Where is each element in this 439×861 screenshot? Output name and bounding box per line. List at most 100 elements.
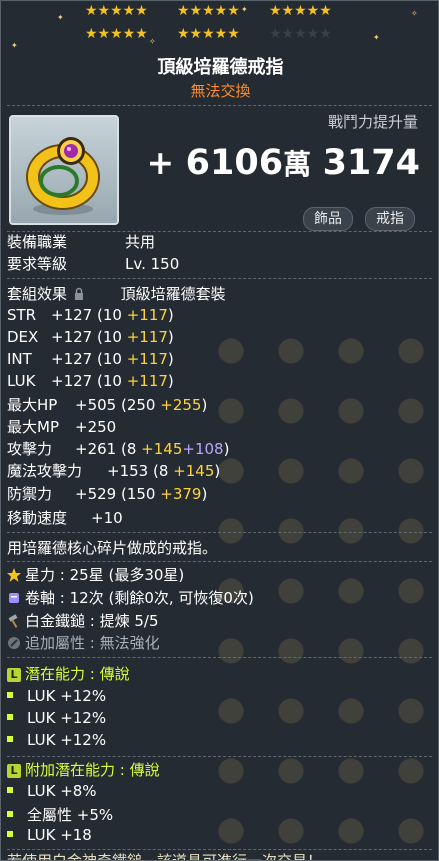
- potential-grade: 傳說: [99, 665, 130, 683]
- bullet-icon: [7, 714, 13, 720]
- bullet-icon: [7, 736, 13, 742]
- divider: [7, 105, 432, 106]
- bullet-icon: [7, 787, 13, 793]
- stat-base: (10: [96, 350, 122, 368]
- stat-base: (8: [120, 440, 137, 458]
- stat-base: (150: [120, 485, 156, 503]
- req-level-label: 要求等級: [7, 255, 68, 273]
- bonus-potential-line-text: LUK +8%: [27, 782, 97, 800]
- scroll-icon: [9, 593, 19, 603]
- sparkle-icon: ✦: [241, 5, 248, 14]
- stat-name: 魔法攻擊力: [7, 462, 83, 480]
- sparkle-icon: ✦: [11, 41, 18, 50]
- star-icon: [7, 568, 21, 582]
- stat-row: 防禦力 +529 (150 +379): [7, 483, 207, 504]
- tag-category: 飾品: [303, 207, 353, 231]
- item-icon-frame: [9, 115, 119, 225]
- item-tooltip: ★★★★★ ★★★★★ ★★★★★ ★★★★★ ★★★★★ ★★★★★ ✦ ✦ …: [0, 0, 439, 861]
- bonus-potential-grade: 傳說: [129, 761, 160, 779]
- stat-name: 攻擊力: [7, 440, 53, 458]
- stat-name: DEX: [7, 328, 39, 346]
- hammer-icon: [8, 614, 18, 628]
- stat-name: 防禦力: [7, 485, 53, 503]
- stat-bonus: +117: [126, 372, 168, 390]
- stat-total: +127: [51, 328, 93, 346]
- hammer-label: 白金鐵鎚: [25, 612, 86, 630]
- potential-label: 潛在能力: [25, 665, 86, 683]
- bonus-potential-line: LUK +18: [7, 826, 92, 844]
- flame-info: 追加屬性 : 無法強化: [7, 632, 160, 653]
- star-group: ★★★★★: [85, 3, 148, 19]
- power-value: + 6106萬 3174: [146, 143, 420, 183]
- flame-label: 追加屬性: [25, 634, 86, 652]
- potential-line-text: LUK +12%: [27, 687, 107, 705]
- stat-bonus: +117: [126, 350, 168, 368]
- potential-line: LUK +12%: [7, 687, 106, 705]
- power-sign: +: [146, 143, 175, 182]
- bullet-icon: [7, 831, 13, 837]
- starforce-info: 星力 : 25星 (最多30星): [7, 564, 184, 585]
- stat-total: +127: [51, 372, 93, 390]
- stat-row: 攻擊力 +261 (8 +145+108): [7, 438, 229, 459]
- potential-line: LUK +12%: [7, 709, 106, 727]
- divider: [7, 278, 432, 279]
- req-job-value: 共用: [125, 233, 156, 251]
- legendary-badge-icon: L: [7, 764, 21, 778]
- flame-value: 無法強化: [99, 634, 160, 652]
- set-effect-value: 頂級培羅德套裝: [120, 285, 226, 303]
- sparkle-icon: ✧: [149, 37, 156, 46]
- stat-total: +529: [75, 485, 117, 503]
- legendary-badge-icon: L: [7, 668, 21, 682]
- bonus-potential-line-text: LUK +18: [27, 826, 92, 844]
- potential-line-text: LUK +12%: [27, 731, 107, 749]
- bonus-potential-line-text: 全屬性 +5%: [27, 806, 114, 824]
- stat-total: +250: [75, 418, 117, 436]
- stat-total: +505: [75, 396, 117, 414]
- stat-name: STR: [7, 306, 37, 324]
- potential-line-text: LUK +12%: [27, 709, 107, 727]
- stat-name: 最大MP: [7, 418, 59, 436]
- req-job-row: 裝備職業 共用: [7, 231, 155, 252]
- stat-total: +127: [51, 306, 93, 324]
- stat-name: 移動速度: [7, 509, 68, 527]
- star-group-empty: ★★★★★: [269, 26, 332, 42]
- sparkle-icon: ✧: [411, 9, 418, 18]
- potential-header: L 潛在能力 : 傳說: [7, 663, 130, 684]
- stat-total: +127: [51, 350, 93, 368]
- stat-close: ): [167, 328, 174, 346]
- star-group: ★★★★★: [177, 26, 240, 42]
- bonus-potential-label: 附加潛在能力: [25, 761, 116, 779]
- stat-close: ): [201, 485, 208, 503]
- power-label: 戰鬥力提升量: [327, 113, 418, 131]
- bullet-icon: [7, 692, 13, 698]
- power-unit: 萬: [283, 148, 312, 181]
- stat-bonus: +145: [173, 462, 215, 480]
- starforce-value: 25星 (最多30星): [69, 566, 185, 584]
- stat-close: ): [223, 440, 230, 458]
- item-name: 頂級培羅德戒指: [157, 57, 284, 78]
- stat-row: 移動速度 +10: [7, 507, 123, 528]
- bonus-potential-line: LUK +8%: [7, 782, 97, 800]
- stat-close: ): [201, 396, 208, 414]
- star-group: ★★★★★: [177, 3, 240, 19]
- potential-line: LUK +12%: [7, 731, 106, 749]
- divider: [7, 561, 432, 562]
- trade-status: 無法交換: [190, 82, 251, 100]
- stat-base: (10: [96, 306, 122, 324]
- star-group: ★★★★★: [85, 26, 148, 42]
- ring-icon: [26, 137, 100, 215]
- stat-close: ): [167, 306, 174, 324]
- stat-bonus: +255: [160, 396, 202, 414]
- stat-row: 最大MP +250: [7, 416, 116, 437]
- item-description: 用培羅德核心碎片做成的戒指。: [7, 539, 218, 557]
- stat-bonus: +117: [126, 328, 168, 346]
- stat-close: ): [167, 372, 174, 390]
- flame-icon: [8, 637, 20, 649]
- stat-name: 最大HP: [7, 396, 58, 414]
- stat-base: (250: [120, 396, 156, 414]
- stat-total: +261: [75, 440, 117, 458]
- req-job-label: 裝備職業: [7, 233, 68, 251]
- stat-base: (10: [96, 372, 122, 390]
- scroll-info: 卷軸 : 12次 (剩餘0次, 可恢復0次): [7, 587, 254, 608]
- lock-icon: [74, 287, 83, 300]
